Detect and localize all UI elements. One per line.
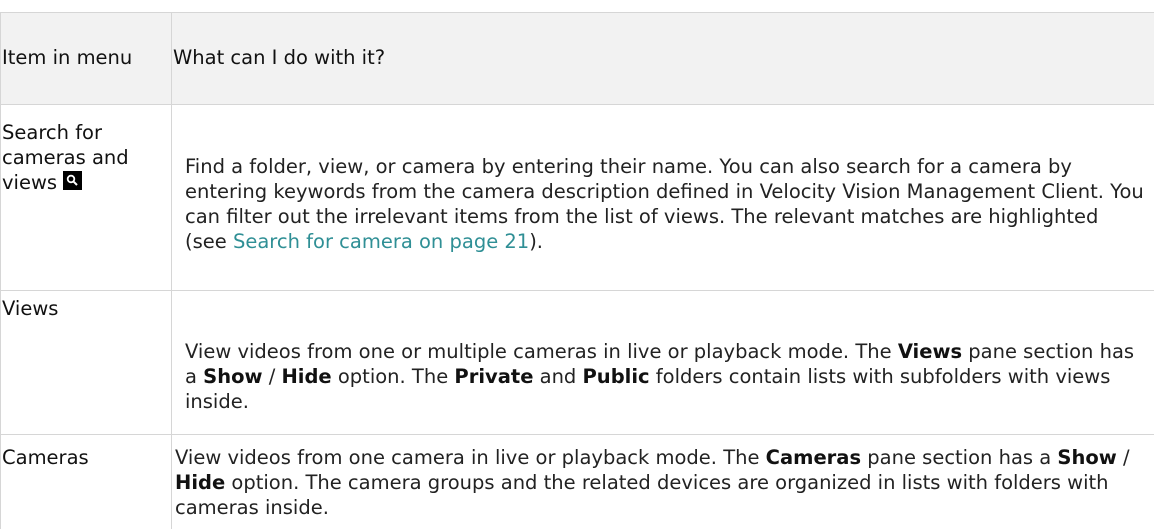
- description-text: /: [262, 365, 282, 388]
- row-description-views: View videos from one or multiple cameras…: [185, 339, 1145, 414]
- search-icon: [63, 171, 83, 190]
- description-text: View videos from one camera in live or p…: [175, 446, 766, 469]
- row-item-cameras: Cameras: [2, 446, 89, 469]
- table-left-border: [0, 12, 1, 529]
- item-label-line: Search for: [2, 121, 103, 144]
- bold-term: Hide: [281, 365, 332, 388]
- row-description-search: Find a folder, view, or camera by enteri…: [185, 154, 1145, 254]
- bold-term: Views: [897, 340, 963, 363]
- item-label-line: cameras and: [2, 146, 129, 169]
- row-description-cameras: View videos from one camera in live or p…: [175, 445, 1145, 520]
- description-text: ).: [529, 230, 544, 253]
- description-text: /: [1116, 446, 1130, 469]
- menu-items-table: Item in menu What can I do with it? Sear…: [0, 0, 1154, 529]
- bold-term: Hide: [175, 471, 226, 494]
- description-text: option. The: [331, 365, 455, 388]
- row-item-views: Views: [2, 297, 59, 320]
- item-label-line-with-icon: views: [2, 170, 168, 195]
- description-text: option. The camera groups and the relate…: [175, 471, 1109, 519]
- bold-term: Show: [1057, 446, 1117, 469]
- bold-term: Cameras: [765, 446, 862, 469]
- header-what-can-i-do: What can I do with it?: [173, 46, 386, 69]
- description-text: View videos from one or multiple cameras…: [185, 340, 898, 363]
- bold-term: Show: [203, 365, 263, 388]
- bold-term: Public: [582, 365, 650, 388]
- item-label-line: views: [2, 171, 58, 194]
- description-text: pane section has a: [861, 446, 1058, 469]
- row-item-search: Search for cameras and views: [2, 120, 168, 195]
- description-text: and: [533, 365, 583, 388]
- search-for-camera-link[interactable]: Search for camera on page 21: [233, 230, 529, 253]
- header-item-in-menu: Item in menu: [2, 46, 133, 69]
- bold-term: Private: [454, 365, 534, 388]
- column-divider: [171, 12, 172, 529]
